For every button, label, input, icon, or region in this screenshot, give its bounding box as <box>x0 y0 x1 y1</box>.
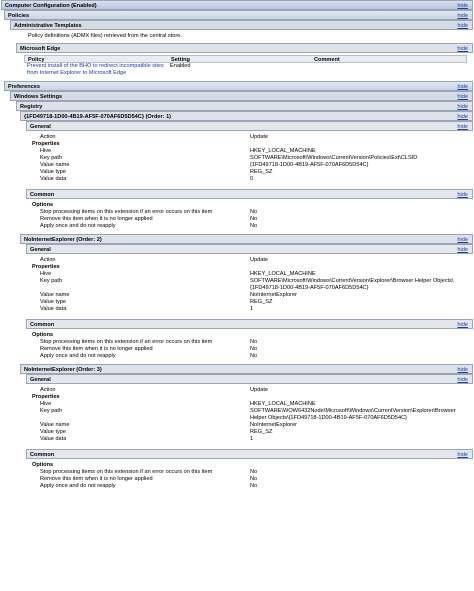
admin-templates-header: Administrative Templates hide <box>10 20 473 30</box>
key-path-row: Key path SOFTWARE\WOW6432Node\Microsoft\W… <box>40 408 456 421</box>
general-header: General hide <box>26 374 473 384</box>
hide-link[interactable]: hide <box>457 245 468 255</box>
hide-link[interactable]: hide <box>457 44 468 54</box>
entry-title: NoInternetExplorer (Order: 3) <box>24 367 102 373</box>
hide-link[interactable]: hide <box>457 21 468 31</box>
col-comment: Comment <box>314 57 340 63</box>
windows-settings-title: Windows Settings <box>14 94 63 100</box>
properties-label: Properties <box>32 394 60 400</box>
registry-header: Registry hide <box>16 101 473 111</box>
general-header: General hide <box>26 121 473 131</box>
remove-item-row: Remove this item when it is no longer ap… <box>40 476 258 482</box>
entry-title: {1FD49718-1D00-4B19-AF5F-070AF6D5D54C} (… <box>24 114 172 120</box>
value-type-row: Value type REG_SZ <box>40 299 273 305</box>
common-header: Common hide <box>26 319 473 329</box>
value-data-row: Value data 0 <box>40 176 254 182</box>
stop-processing-row: Stop processing items on this extension … <box>40 209 258 215</box>
apply-once-row: Apply once and do not reapply No <box>40 483 258 489</box>
general-title: General <box>30 247 51 253</box>
key-path-row: Key path SOFTWARE\Microsoft\Windows\Curre… <box>40 278 454 291</box>
action-row: Action Update <box>40 387 269 393</box>
options-label: Options <box>32 332 54 338</box>
action-row: Action Update <box>40 257 269 263</box>
preferences-title: Preferences <box>8 84 41 90</box>
remove-item-row: Remove this item when it is no longer ap… <box>40 346 258 352</box>
col-policy: Policy <box>28 57 45 63</box>
hive-row: Hive HKEY_LOCAL_MACHINE <box>40 401 316 407</box>
hide-link[interactable]: hide <box>457 450 468 460</box>
preferences-header: Preferences hide <box>4 81 473 91</box>
hide-link[interactable]: hide <box>457 375 468 385</box>
common-header: Common hide <box>26 449 473 459</box>
hide-link[interactable]: hide <box>457 190 468 200</box>
value-type-row: Value type REG_SZ <box>40 169 273 175</box>
entry-header: NoInternetExplorer (Order: 2) hide <box>20 234 473 244</box>
value-name-row: Value name NoInternetExplorer <box>40 292 297 298</box>
properties-label: Properties <box>32 264 60 270</box>
admx-note: Policy definitions (ADMX files) retrieve… <box>28 33 182 39</box>
hive-row: Hive HKEY_LOCAL_MACHINE <box>40 148 316 154</box>
common-title: Common <box>30 322 55 328</box>
policies-header: Policies hide <box>4 10 473 20</box>
edge-header: Microsoft Edge hide <box>16 43 473 53</box>
windows-settings-header: Windows Settings hide <box>10 91 473 101</box>
remove-item-row: Remove this item when it is no longer ap… <box>40 216 258 222</box>
policies-title: Policies <box>8 13 30 19</box>
registry-entry: NoInternetExplorer (Order: 2) hide Gener… <box>20 234 473 360</box>
policy-setting: Enabled <box>170 63 191 69</box>
common-title: Common <box>30 192 55 198</box>
registry-title: Registry <box>20 104 43 110</box>
value-data-row: Value data 1 <box>40 306 254 312</box>
apply-once-row: Apply once and do not reapply No <box>40 353 258 359</box>
entry-title: NoInternetExplorer (Order: 2) <box>24 237 102 243</box>
general-title: General <box>30 377 51 383</box>
admin-templates-title: Administrative Templates <box>14 23 82 29</box>
value-type-row: Value type REG_SZ <box>40 429 273 435</box>
stop-processing-row: Stop processing items on this extension … <box>40 339 258 345</box>
stop-processing-row: Stop processing items on this extension … <box>40 469 258 475</box>
general-title: General <box>30 124 51 130</box>
edge-title: Microsoft Edge <box>20 46 61 52</box>
hide-link[interactable]: hide <box>457 320 468 330</box>
policy-table-header: Policy Setting Comment <box>24 55 467 63</box>
policy-link[interactable]: Prevent install of the BHO to redirect i… <box>27 63 164 76</box>
value-name-row: Value name {1FD49718-1D00-4B19-AF5F-070AF… <box>40 162 369 168</box>
registry-entry: NoInternetExplorer (Order: 3) hide Gener… <box>20 364 473 490</box>
general-header: General hide <box>26 244 473 254</box>
computer-config-title: Computer Configuration (Enabled) <box>5 3 97 9</box>
options-label: Options <box>32 462 54 468</box>
common-title: Common <box>30 452 55 458</box>
computer-config-header: Computer Configuration (Enabled) hide <box>1 0 473 10</box>
entry-header: NoInternetExplorer (Order: 3) hide <box>20 364 473 374</box>
policy-row: Prevent install of the BHO to redirect i… <box>24 63 467 77</box>
apply-once-row: Apply once and do not reapply No <box>40 223 258 229</box>
common-header: Common hide <box>26 189 473 199</box>
registry-entry: {1FD49718-1D00-4B19-AF5F-070AF6D5D54C} (… <box>20 111 473 230</box>
properties-label: Properties <box>32 141 60 147</box>
key-path-row: Key path SOFTWARE\Microsoft\Windows\Curre… <box>40 155 418 161</box>
options-label: Options <box>32 202 54 208</box>
action-row: Action Update <box>40 134 269 140</box>
value-name-row: Value name NoInternetExplorer <box>40 422 297 428</box>
col-setting: Setting <box>171 57 190 63</box>
value-data-row: Value data 1 <box>40 436 254 442</box>
entry-header: {1FD49718-1D00-4B19-AF5F-070AF6D5D54C} (… <box>20 111 473 121</box>
hive-row: Hive HKEY_LOCAL_MACHINE <box>40 271 316 277</box>
hide-link[interactable]: hide <box>457 122 468 132</box>
